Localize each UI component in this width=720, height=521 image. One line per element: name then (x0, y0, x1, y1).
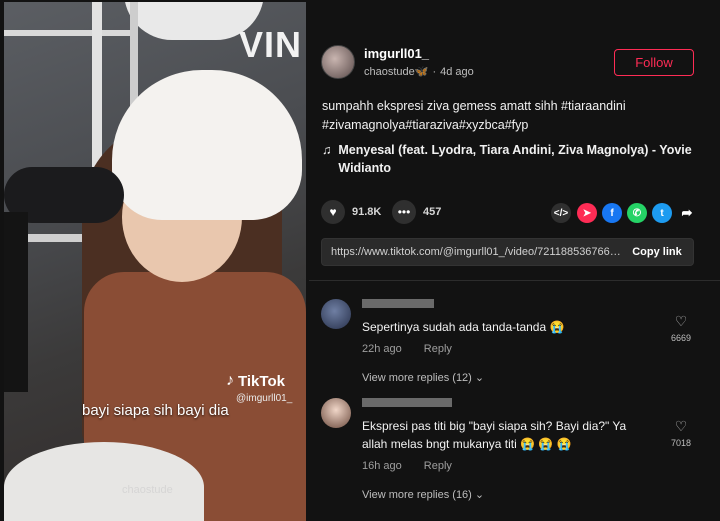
author-nickname: chaostude🦋 (364, 66, 429, 78)
tiktok-desktop-view: VIN ♪ TikTok @imgurll01_ bayi siapa sih … (0, 0, 720, 521)
comment-like[interactable]: ♡ 7018 (668, 418, 694, 448)
author-meta: chaostude🦋 · 4d ago (364, 65, 474, 78)
like-count: 91.8K (352, 206, 382, 218)
facebook-icon[interactable]: f (602, 203, 622, 223)
comment-count: 457 (423, 206, 442, 218)
post-description: sumpahh ekspresi ziva gemess amatt sihh … (322, 99, 626, 132)
author-avatar[interactable] (321, 45, 355, 79)
heart-outline-icon[interactable]: ♡ (668, 418, 694, 435)
meta-separator: · (432, 66, 437, 78)
comment-meta: 16h ago Reply (362, 460, 452, 472)
post-age: 4d ago (440, 66, 474, 78)
whatsapp-icon[interactable]: ✆ (627, 203, 647, 223)
comment-action[interactable]: ••• 457 (392, 200, 441, 224)
tiktok-watermark: ♪ TikTok (226, 372, 285, 390)
author-username[interactable]: imgurll01_ (364, 46, 474, 61)
video-player[interactable]: VIN ♪ TikTok @imgurll01_ bayi siapa sih … (4, 2, 306, 521)
comment-item: Sepertinya sudah ada tanda-tanda 😭 22h a… (321, 299, 711, 389)
heart-outline-icon[interactable]: ♡ (668, 313, 694, 330)
twitter-icon[interactable]: t (652, 203, 672, 223)
video-watermark-top: VIN (238, 24, 302, 65)
music-title[interactable]: Menyesal (feat. Lyodra, Tiara Andini, Zi… (338, 141, 702, 177)
comment-like-count: 6669 (670, 333, 692, 343)
tiktok-brand-label: TikTok (238, 372, 285, 390)
comment-avatar[interactable] (321, 398, 351, 428)
comment-username-redacted (362, 398, 452, 407)
copy-link-button[interactable]: Copy link (621, 246, 693, 258)
comment-time: 16h ago (362, 460, 402, 472)
send-icon[interactable]: ➤ (577, 203, 597, 223)
tiktok-logo-icon: ♪ (226, 372, 234, 389)
action-bar: ♥ 91.8K ••• 457 </> ➤ f ✆ t ➦ (321, 200, 701, 226)
comments-divider (309, 280, 720, 281)
share-arrow-icon[interactable]: ➦ (677, 203, 697, 223)
embed-icon[interactable]: </> (551, 203, 571, 223)
author-info[interactable]: imgurll01_ chaostude🦋 · 4d ago (321, 45, 474, 79)
shelf-shape (4, 30, 134, 36)
reply-button[interactable]: Reply (424, 460, 452, 472)
music-link[interactable]: ♫ Menyesal (feat. Lyodra, Tiara Andini, … (322, 141, 702, 177)
comment-item: Ekspresi pas titi big "bayi siapa sih? B… (321, 398, 711, 508)
copy-link-box: https://www.tiktok.com/@imgurll01_/video… (321, 238, 694, 266)
view-more-replies[interactable]: View more replies (16) ⌄ (362, 488, 484, 501)
tiktok-watermark-user: @imgurll01_ (236, 393, 293, 404)
person-hat (112, 70, 302, 220)
view-more-replies[interactable]: View more replies (12) ⌄ (362, 371, 484, 384)
microphone-arm (4, 212, 28, 392)
reply-button[interactable]: Reply (424, 343, 452, 355)
video-caption: bayi siapa sih bayi dia (82, 402, 229, 419)
like-action[interactable]: ♥ 91.8K (321, 200, 381, 224)
comment-text: Ekspresi pas titi big "bayi siapa sih? B… (362, 419, 627, 451)
follow-button[interactable]: Follow (614, 49, 694, 76)
comment-time: 22h ago (362, 343, 402, 355)
comment-avatar[interactable] (321, 299, 351, 329)
author-text: imgurll01_ chaostude🦋 · 4d ago (364, 46, 474, 78)
heart-icon[interactable]: ♥ (321, 200, 345, 224)
video-ghost-text: chaostude (122, 484, 173, 496)
comment-like-count: 7018 (670, 438, 692, 448)
comment-username-redacted (362, 299, 434, 308)
comment-text: Sepertinya sudah ada tanda-tanda 😭 (362, 320, 565, 334)
comment-meta: 22h ago Reply (362, 343, 452, 355)
post-detail-panel: imgurll01_ chaostude🦋 · 4d ago Follow sump… (309, 0, 720, 521)
comment-icon[interactable]: ••• (392, 200, 416, 224)
comment-like[interactable]: ♡ 6669 (668, 313, 694, 343)
music-note-icon: ♫ (322, 143, 332, 157)
video-url[interactable]: https://www.tiktok.com/@imgurll01_/video… (322, 246, 621, 258)
